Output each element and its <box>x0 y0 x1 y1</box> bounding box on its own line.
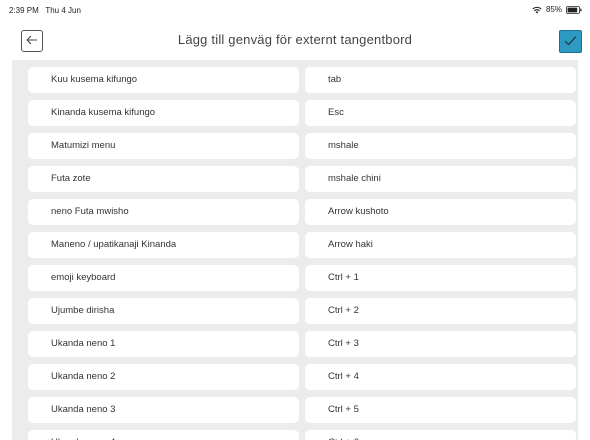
shortcut-row: Futa zote mshale chini <box>28 166 576 192</box>
shortcut-action[interactable]: Ujumbe dirisha <box>28 298 299 324</box>
shortcut-action[interactable]: Ukanda neno 3 <box>28 397 299 423</box>
status-indicators: 85% <box>532 5 582 14</box>
battery-percent: 85% <box>545 5 562 14</box>
shortcut-action[interactable]: Futa zote <box>28 166 299 192</box>
shortcut-action[interactable]: neno Futa mwisho <box>28 199 299 225</box>
shortcut-action[interactable]: Matumizi menu <box>28 133 299 159</box>
shortcut-action[interactable]: Ukanda neno 2 <box>28 364 299 390</box>
shortcut-action[interactable]: Kuu kusema kifungo <box>28 67 299 93</box>
shortcut-key[interactable]: Arrow kushoto <box>305 199 576 225</box>
shortcut-action[interactable]: Ukanda neno 1 <box>28 331 299 357</box>
page-title: Lägg till genväg för externt tangentbord <box>177 32 413 47</box>
shortcut-row: Ukanda neno 4 Ctrl + 6 <box>28 430 576 440</box>
shortcut-row: Maneno / upatikanaji Kinanda Arrow haki <box>28 232 576 258</box>
checkmark-icon <box>564 33 577 51</box>
status-date: Thu 4 Jun <box>45 6 81 15</box>
status-bar: 2:39 PM Thu 4 Jun 85% <box>0 0 590 22</box>
shortcut-row: neno Futa mwisho Arrow kushoto <box>28 199 576 225</box>
header: Lägg till genväg för externt tangentbord <box>0 22 590 60</box>
shortcut-row: Ukanda neno 2 Ctrl + 4 <box>28 364 576 390</box>
shortcut-row: Ukanda neno 3 Ctrl + 5 <box>28 397 576 423</box>
battery-icon <box>566 5 582 14</box>
shortcut-action[interactable]: Maneno / upatikanaji Kinanda <box>28 232 299 258</box>
shortcut-key[interactable]: Ctrl + 3 <box>305 331 576 357</box>
shortcut-key[interactable]: Ctrl + 2 <box>305 298 576 324</box>
shortcut-key[interactable]: Arrow haki <box>305 232 576 258</box>
status-time: 2:39 PM <box>9 6 39 15</box>
shortcut-row: Ujumbe dirisha Ctrl + 2 <box>28 298 576 324</box>
shortcut-key[interactable]: Esc <box>305 100 576 126</box>
shortcut-list[interactable]: Kuu kusema kifungo tab Kinanda kusema ki… <box>12 60 578 440</box>
shortcut-key[interactable]: Ctrl + 6 <box>305 430 576 440</box>
shortcut-action[interactable]: Kinanda kusema kifungo <box>28 100 299 126</box>
shortcut-key[interactable]: Ctrl + 5 <box>305 397 576 423</box>
shortcut-key[interactable]: tab <box>305 67 576 93</box>
shortcut-row: emoji keyboard Ctrl + 1 <box>28 265 576 291</box>
shortcut-key[interactable]: mshale <box>305 133 576 159</box>
shortcut-row: Kuu kusema kifungo tab <box>28 67 576 93</box>
shortcut-row: Ukanda neno 1 Ctrl + 3 <box>28 331 576 357</box>
shortcut-key[interactable]: mshale chini <box>305 166 576 192</box>
shortcut-action[interactable]: Ukanda neno 4 <box>28 430 299 440</box>
confirm-button[interactable] <box>559 30 582 53</box>
wifi-icon <box>532 6 542 14</box>
shortcut-key[interactable]: Ctrl + 1 <box>305 265 576 291</box>
shortcut-key[interactable]: Ctrl + 4 <box>305 364 576 390</box>
shortcut-row: Kinanda kusema kifungo Esc <box>28 100 576 126</box>
status-time-date: 2:39 PM Thu 4 Jun <box>9 6 81 15</box>
shortcut-row: Matumizi menu mshale <box>28 133 576 159</box>
shortcut-action[interactable]: emoji keyboard <box>28 265 299 291</box>
